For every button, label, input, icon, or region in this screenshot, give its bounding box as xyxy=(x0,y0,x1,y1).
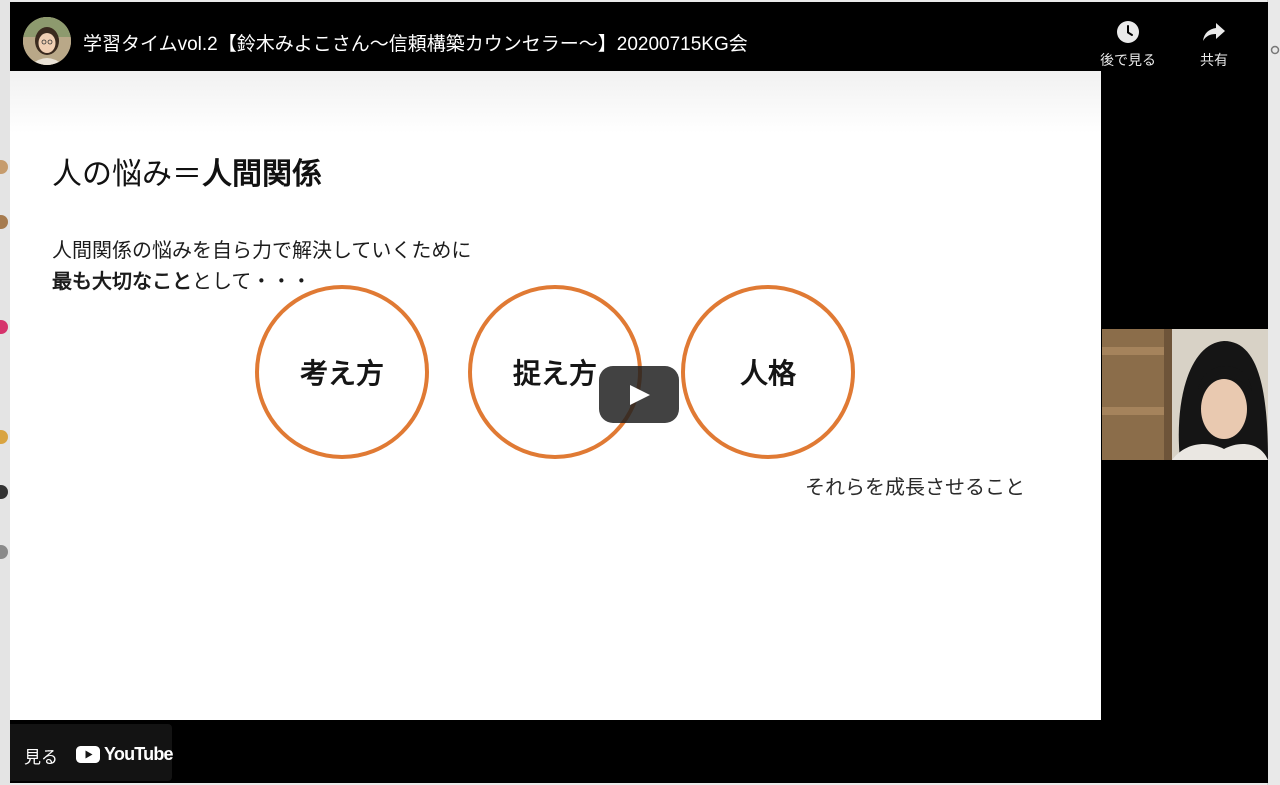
watch-later-button[interactable]: 後で見る xyxy=(1088,20,1168,70)
slide-circle-label: 考え方 xyxy=(299,357,384,390)
video-frame-slide: 人の悩み＝人間関係 人間関係の悩みを自ら力で解決していくために 最も大切なことと… xyxy=(10,71,1101,720)
background-page-right-edge xyxy=(1267,0,1280,785)
background-thumbnail xyxy=(0,485,8,499)
share-button[interactable]: 共有 xyxy=(1174,20,1254,70)
youtube-logo: YouTube xyxy=(76,743,174,764)
slide-heading-bold: 人間関係 xyxy=(202,157,322,192)
slide-circle: 人格 xyxy=(681,285,855,459)
watch-later-label: 後で見る xyxy=(1100,53,1156,69)
watch-on-label: 見る xyxy=(24,748,58,768)
page-background: 人の悩み＝人間関係 人間関係の悩みを自ら力で解決していくために 最も大切なことと… xyxy=(0,0,1280,785)
slide-top-band xyxy=(10,71,1101,133)
watch-on-youtube-button[interactable]: 見る YouTube xyxy=(10,724,174,781)
play-icon xyxy=(630,385,650,405)
youtube-wordmark: YouTube xyxy=(104,743,174,764)
background-thumbnail xyxy=(0,430,8,444)
player-title-bar: 学習タイムvol.2【鈴木みよこさん〜信頼構築カウンセラー〜】20200715K… xyxy=(10,2,1268,71)
slide-circle: 考え方 xyxy=(255,285,429,459)
slide-text-line-2-rest: として・・・ xyxy=(192,269,312,293)
background-thumbnail xyxy=(0,160,8,174)
share-arrow-icon xyxy=(1203,23,1225,41)
clock-icon xyxy=(1117,21,1139,43)
slide-text-line-2: 最も大切なこととして・・・ xyxy=(52,265,311,294)
play-button[interactable] xyxy=(599,366,679,423)
youtube-play-icon xyxy=(76,745,100,763)
embedded-video-player[interactable]: 人の悩み＝人間関係 人間関係の悩みを自ら力で解決していくために 最も大切なことと… xyxy=(10,2,1268,783)
gear-icon xyxy=(1270,44,1280,58)
slide-footer-text: それらを成長させること xyxy=(805,475,1025,499)
background-page-left-edge xyxy=(0,0,10,785)
slide-circle-label: 捉え方 xyxy=(512,357,597,390)
background-thumbnail xyxy=(0,215,8,229)
background-thumbnail xyxy=(0,320,8,334)
slide-heading: 人の悩み＝人間関係 xyxy=(52,149,322,193)
slide-circle-label: 人格 xyxy=(739,357,796,390)
video-title-link[interactable]: 学習タイムvol.2【鈴木みよこさん〜信頼構築カウンセラー〜】20200715K… xyxy=(83,29,748,56)
slide-heading-plain: 人の悩み＝ xyxy=(52,157,202,192)
channel-avatar[interactable] xyxy=(23,17,71,65)
slide-text-line-1: 人間関係の悩みを自ら力で解決していくために xyxy=(52,238,472,262)
slide-text-line-2-bold: 最も大切なこと xyxy=(52,269,192,293)
webcam-inset xyxy=(1102,329,1268,460)
share-label: 共有 xyxy=(1200,53,1228,69)
background-thumbnail xyxy=(0,545,8,559)
